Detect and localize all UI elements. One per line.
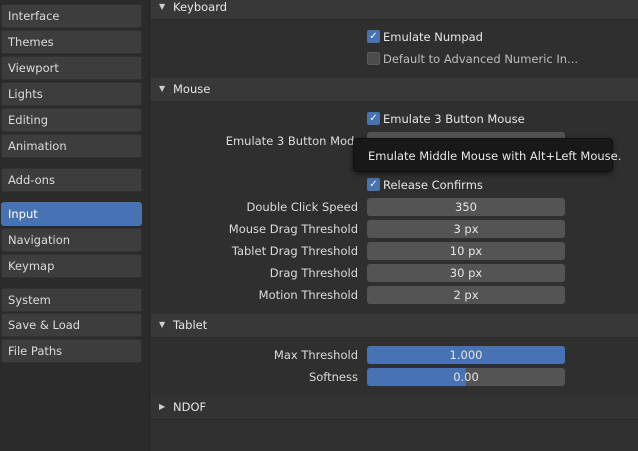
tablet-drag-threshold-label: Tablet Drag Threshold: [231, 244, 358, 258]
ndof-panel-header[interactable]: ▶ NDOF: [151, 396, 638, 420]
mouse-drag-threshold-label: Mouse Drag Threshold: [228, 222, 358, 236]
triangle-down-icon: ▼: [159, 320, 166, 329]
triangle-down-icon: ▼: [159, 84, 166, 93]
sidebar-item-addons[interactable]: Add-ons: [1, 168, 142, 192]
triangle-right-icon: ▶: [159, 402, 166, 411]
max-threshold-label: Max Threshold: [273, 348, 358, 362]
tooltip-text: Emulate Middle Mouse with Alt+Left Mouse…: [368, 149, 622, 163]
softness-slider[interactable]: 0.00: [367, 368, 565, 386]
emulate-3-button-label: Emulate 3 Button Mouse: [383, 112, 525, 126]
checkbox-box: [367, 52, 380, 65]
preferences-sidebar: Interface Themes Viewport Lights Editing…: [0, 0, 150, 451]
tablet-panel-body: Max Threshold 1.000 Softness 0.00: [151, 338, 638, 392]
mouse-panel-title: Mouse: [173, 82, 211, 96]
emulate-3-button-modifier-label: Emulate 3 Button Mod.: [225, 134, 358, 148]
softness-label: Softness: [308, 370, 358, 384]
motion-threshold-label: Motion Threshold: [258, 288, 358, 302]
sidebar-item-editing[interactable]: Editing: [1, 108, 142, 132]
double-click-speed-label: Double Click Speed: [246, 200, 358, 214]
sidebar-item-viewport[interactable]: Viewport: [1, 56, 142, 80]
checkmark-icon: ✓: [367, 112, 380, 125]
sidebar-item-save-load[interactable]: Save & Load: [1, 313, 142, 337]
drag-threshold-label: Drag Threshold: [269, 266, 358, 280]
double-click-speed-value: 350: [455, 200, 477, 214]
sidebar-item-input[interactable]: Input: [1, 202, 142, 226]
sidebar-item-file-paths[interactable]: File Paths: [1, 339, 142, 363]
emulate-numpad-label: Emulate Numpad: [383, 30, 483, 44]
sidebar-item-themes[interactable]: Themes: [1, 30, 142, 54]
softness-value: 0.00: [453, 370, 479, 384]
sidebar-item-lights[interactable]: Lights: [1, 82, 142, 106]
release-confirms-label: Release Confirms: [383, 178, 483, 192]
keyboard-panel-header[interactable]: ▼ Keyboard: [151, 0, 638, 20]
tablet-drag-threshold-value: 10 px: [449, 244, 483, 258]
sidebar-item-keymap[interactable]: Keymap: [1, 254, 142, 278]
motion-threshold-field[interactable]: 2 px: [367, 286, 565, 304]
mouse-panel-header[interactable]: ▼ Mouse: [151, 78, 638, 102]
keyboard-panel-body: ✓ Emulate Numpad Default to Advanced Num…: [151, 20, 638, 76]
keyboard-panel-title: Keyboard: [173, 0, 228, 14]
preferences-main: ▼ Keyboard ✓ Emulate Numpad Default to A…: [151, 0, 638, 451]
ndof-panel-title: NDOF: [173, 400, 207, 414]
sidebar-item-system[interactable]: System: [1, 288, 142, 312]
double-click-speed-field[interactable]: 350: [367, 198, 565, 216]
max-threshold-value: 1.000: [449, 348, 483, 362]
tablet-panel-title: Tablet: [173, 318, 208, 332]
motion-threshold-value: 2 px: [453, 288, 479, 302]
mouse-drag-threshold-value: 3 px: [453, 222, 479, 236]
default-advanced-numeric-label: Default to Advanced Numeric In...: [383, 52, 579, 66]
triangle-down-icon: ▼: [159, 2, 166, 11]
max-threshold-slider[interactable]: 1.000: [367, 346, 565, 364]
sidebar-item-interface[interactable]: Interface: [1, 4, 142, 28]
checkmark-icon: ✓: [367, 30, 380, 43]
tablet-drag-threshold-field[interactable]: 10 px: [367, 242, 565, 260]
tablet-panel-header[interactable]: ▼ Tablet: [151, 314, 638, 338]
sidebar-item-navigation[interactable]: Navigation: [1, 228, 142, 252]
sidebar-item-animation[interactable]: Animation: [1, 134, 142, 158]
tooltip: Emulate Middle Mouse with Alt+Left Mouse…: [353, 138, 621, 172]
checkmark-icon: ✓: [367, 178, 380, 191]
softness-fill: [367, 368, 466, 386]
mouse-drag-threshold-field[interactable]: 3 px: [367, 220, 565, 238]
drag-threshold-value: 30 px: [449, 266, 483, 280]
drag-threshold-field[interactable]: 30 px: [367, 264, 565, 282]
